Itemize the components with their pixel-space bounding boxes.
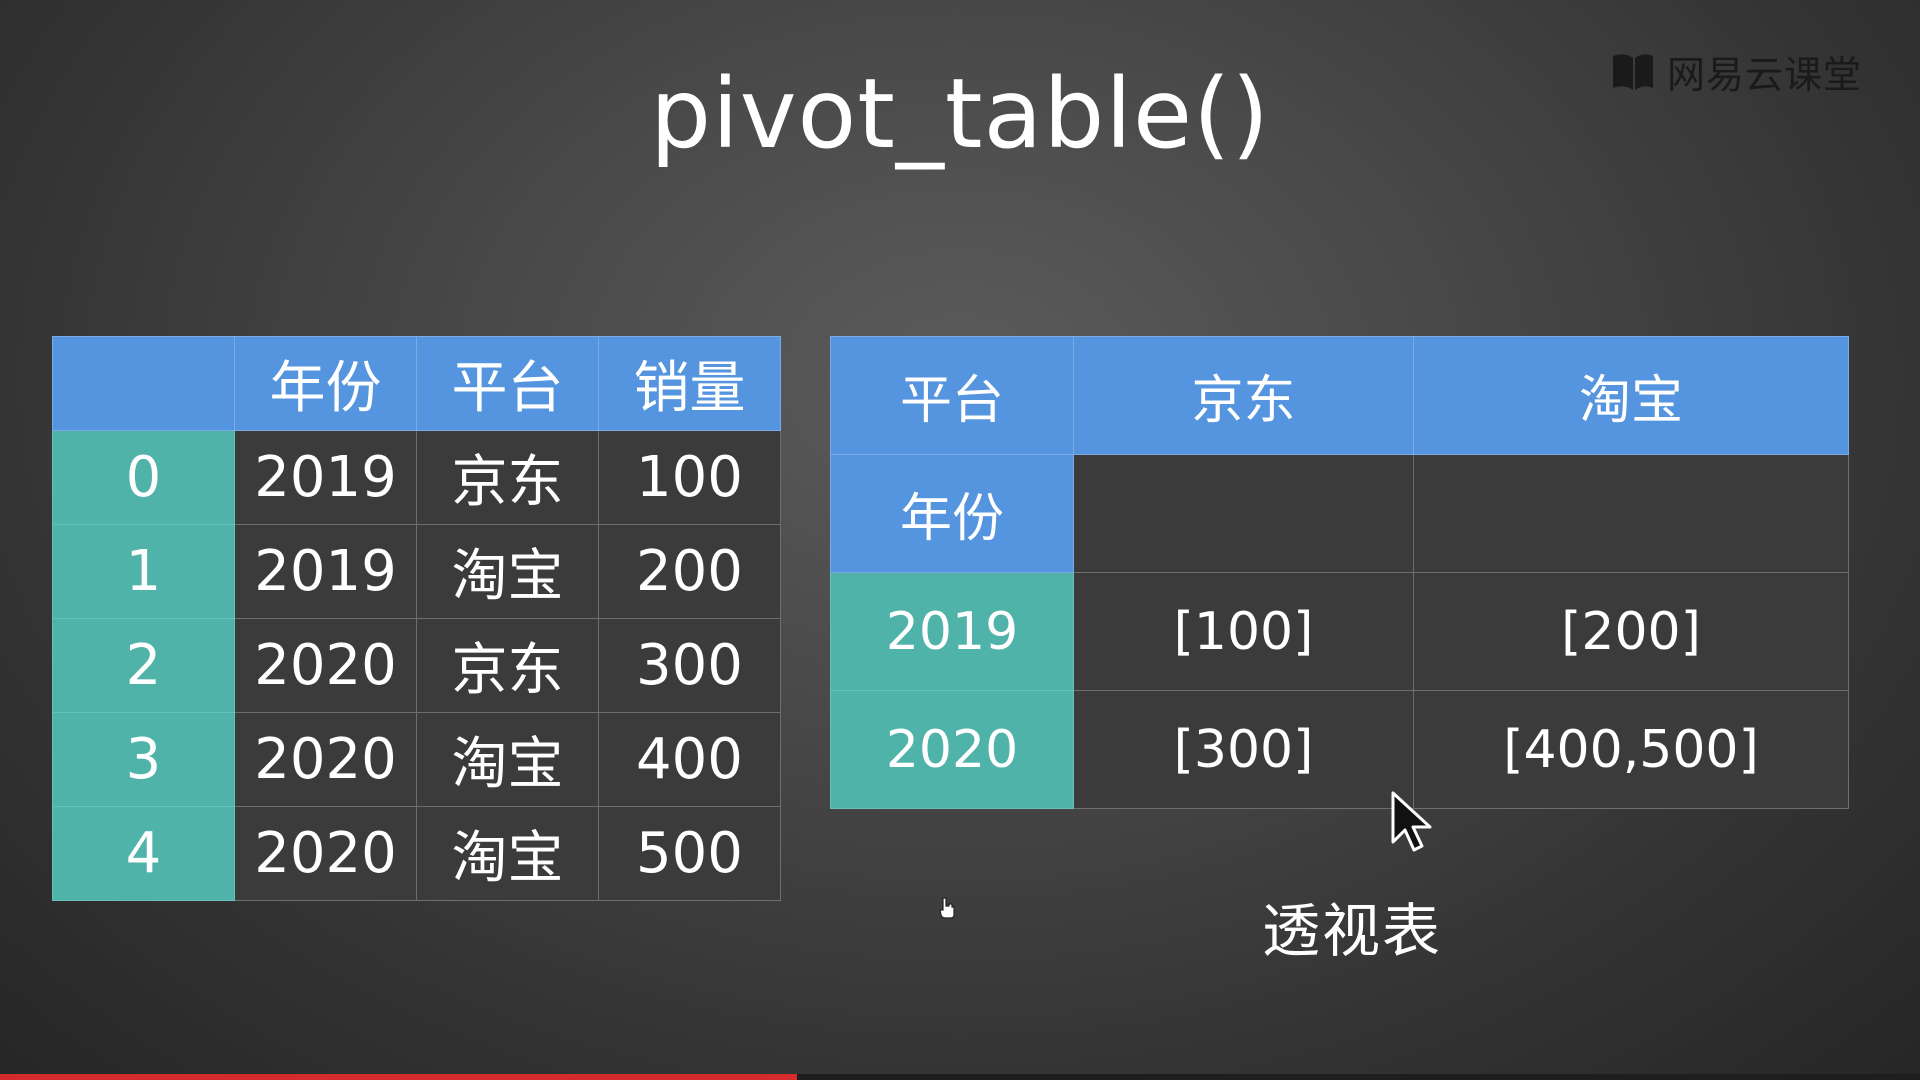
row-index-cell: 3 <box>52 712 235 807</box>
pivot-header-row: 平台 京东 淘宝 <box>830 336 1849 455</box>
source-dataframe-table: 年份 平台 销量 0 2019 京东 100 1 2019 淘宝 200 2 2… <box>52 336 781 901</box>
pivot-caption: 透视表 <box>1262 897 1443 965</box>
pivot-cell-taobao: [400,500] <box>1413 690 1849 809</box>
sales-cell: 400 <box>598 712 781 807</box>
pivot-column-taobao: 淘宝 <box>1413 336 1849 455</box>
year-cell: 2019 <box>234 524 417 619</box>
pivot-cell-jd: [100] <box>1073 572 1414 691</box>
pivot-row-year: 2020 <box>830 690 1074 809</box>
row-index-cell: 4 <box>52 806 235 901</box>
mouse-pointer-icon <box>1391 791 1432 852</box>
pivot-result-table: 平台 京东 淘宝 年份 2019 [100] [200] 2020 [300] … <box>830 336 1849 809</box>
table-row: 2 2020 京东 300 <box>52 618 781 713</box>
hand-pointer-icon <box>939 897 955 919</box>
pivot-row: 2019 [100] [200] <box>830 572 1849 691</box>
table-header-row: 年份 平台 销量 <box>52 336 781 431</box>
sales-cell: 100 <box>598 430 781 525</box>
year-cell: 2020 <box>234 712 417 807</box>
pivot-row-year: 2019 <box>830 572 1074 691</box>
pivot-cell-jd: [300] <box>1073 690 1414 809</box>
header-cell-platform: 平台 <box>416 336 599 431</box>
pivot-index-label: 年份 <box>830 454 1074 573</box>
platform-cell: 京东 <box>416 430 599 525</box>
video-progress-bar[interactable] <box>0 1074 1920 1080</box>
pivot-row: 2020 [300] [400,500] <box>830 690 1849 809</box>
sales-cell: 500 <box>598 806 781 901</box>
table-row: 0 2019 京东 100 <box>52 430 781 525</box>
platform-cell: 淘宝 <box>416 712 599 807</box>
pivot-column-jd: 京东 <box>1073 336 1414 455</box>
pivot-columns-label: 平台 <box>830 336 1074 455</box>
pivot-cell-taobao: [200] <box>1413 572 1849 691</box>
header-cell-year: 年份 <box>234 336 417 431</box>
platform-cell: 淘宝 <box>416 524 599 619</box>
header-cell-sales: 销量 <box>598 336 781 431</box>
pivot-index-label-row: 年份 <box>830 454 1849 573</box>
slide-title: pivot_table() <box>650 58 1270 170</box>
header-cell-index <box>52 336 235 431</box>
row-index-cell: 2 <box>52 618 235 713</box>
platform-cell: 淘宝 <box>416 806 599 901</box>
empty-cell <box>1073 454 1414 573</box>
table-row: 1 2019 淘宝 200 <box>52 524 781 619</box>
sales-cell: 300 <box>598 618 781 713</box>
year-cell: 2020 <box>234 806 417 901</box>
sales-cell: 200 <box>598 524 781 619</box>
empty-cell <box>1413 454 1849 573</box>
row-index-cell: 0 <box>52 430 235 525</box>
video-progress-fill <box>0 1074 797 1080</box>
table-row: 3 2020 淘宝 400 <box>52 712 781 807</box>
table-row: 4 2020 淘宝 500 <box>52 806 781 901</box>
year-cell: 2019 <box>234 430 417 525</box>
platform-cell: 京东 <box>416 618 599 713</box>
year-cell: 2020 <box>234 618 417 713</box>
row-index-cell: 1 <box>52 524 235 619</box>
